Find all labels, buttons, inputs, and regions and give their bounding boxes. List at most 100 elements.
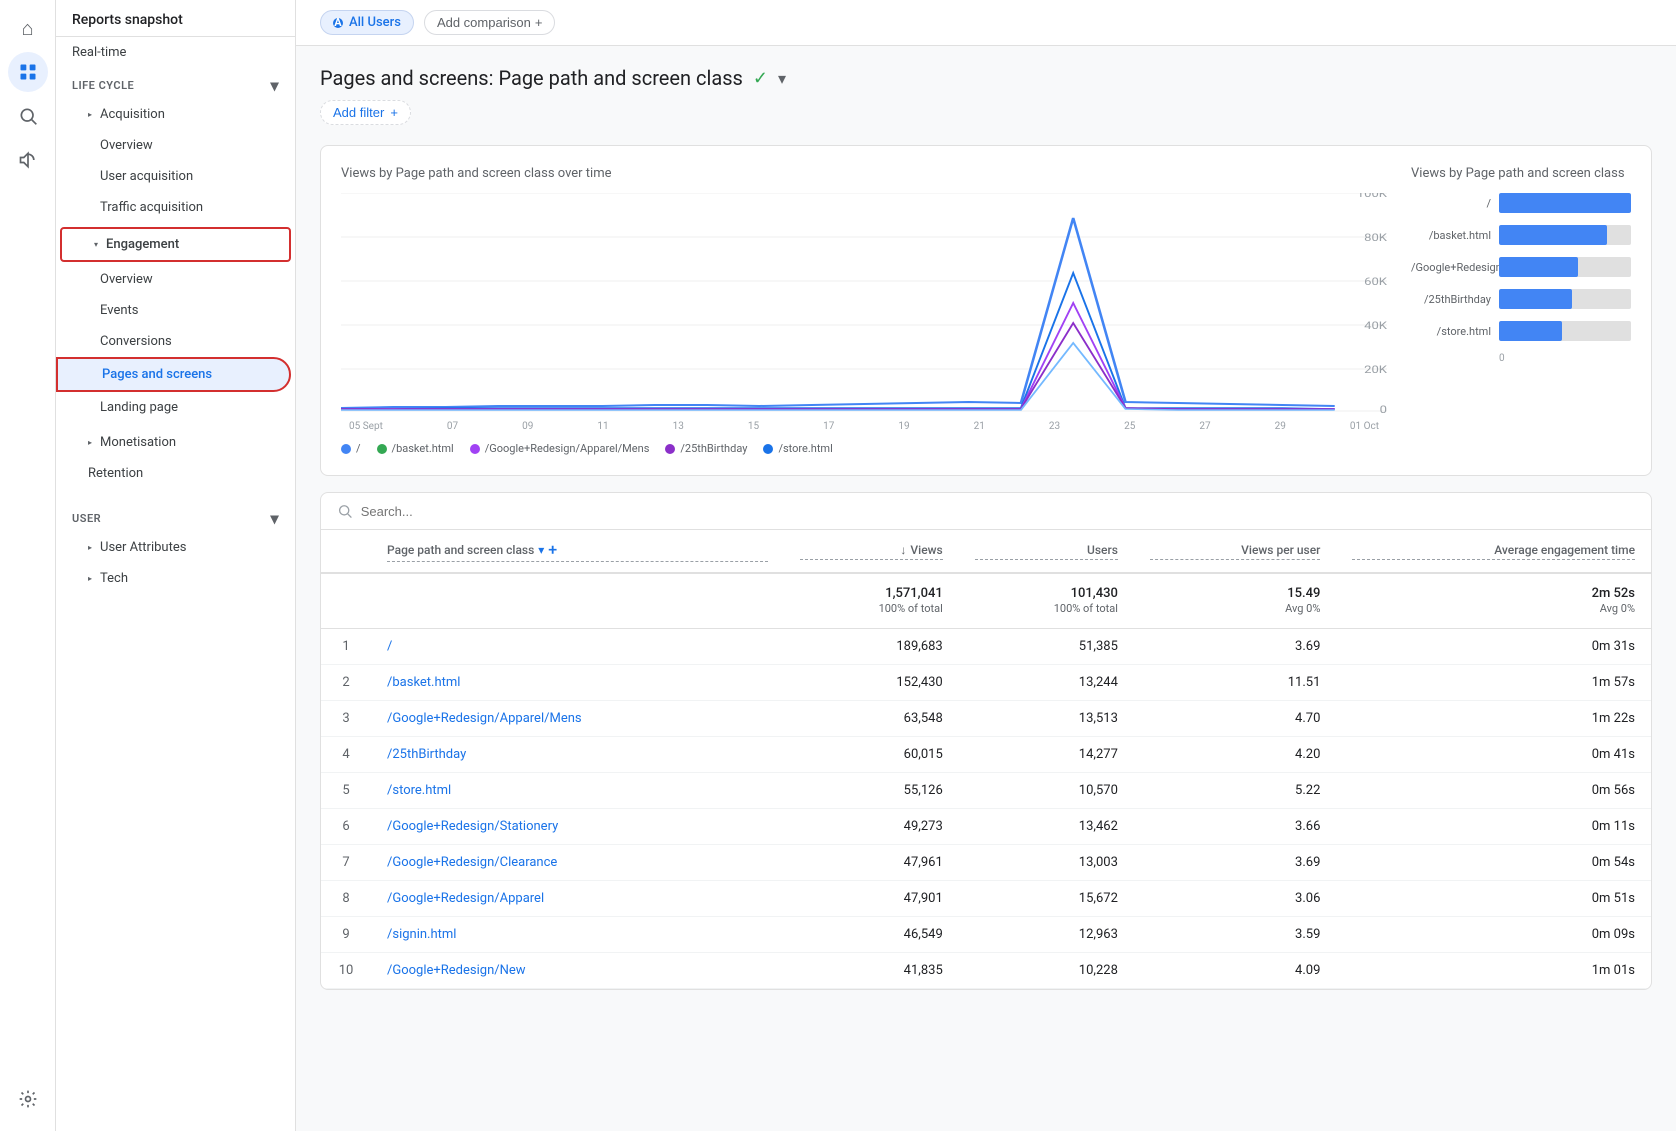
engagement-overview-link[interactable]: Overview	[56, 264, 295, 295]
user-attributes-bullet: ▸	[88, 543, 92, 552]
engagement-cell: 0m 09s	[1336, 917, 1651, 953]
vpu-cell: 4.09	[1134, 953, 1337, 989]
legend-birthday: /25thBirthday	[665, 442, 747, 455]
views-per-user-column-header[interactable]: Views per user	[1134, 530, 1337, 573]
engagement-cell: 0m 51s	[1336, 881, 1651, 917]
bar-track-birthday	[1499, 289, 1631, 309]
rank-cell: 2	[321, 665, 371, 701]
vpu-cell: 4.70	[1134, 701, 1337, 737]
vpu-cell: 5.22	[1134, 773, 1337, 809]
acquisition-toggle[interactable]: ▸ Acquisition	[56, 99, 295, 130]
svg-text:60K: 60K	[1364, 276, 1387, 288]
engagement-cell: 1m 57s	[1336, 665, 1651, 701]
views-cell: 60,015	[784, 737, 959, 773]
path-cell[interactable]: /	[371, 629, 784, 665]
add-column-icon[interactable]: +	[548, 540, 557, 559]
totals-vpu-cell: 15.49 Avg 0%	[1134, 573, 1337, 629]
path-cell[interactable]: /basket.html	[371, 665, 784, 701]
page-content: Pages and screens: Page path and screen …	[296, 46, 1676, 1131]
bar-label-store: /store.html	[1411, 325, 1491, 338]
home-icon[interactable]: ⌂	[8, 8, 48, 48]
monetisation-toggle[interactable]: ▸ Monetisation	[56, 427, 295, 458]
avg-engagement-column-header[interactable]: Average engagement time	[1336, 530, 1651, 573]
legend-dot-apparel-mens	[470, 444, 480, 454]
views-column-header[interactable]: ↓ Views	[784, 530, 959, 573]
path-column-header[interactable]: Page path and screen class ▾ +	[371, 530, 784, 573]
traffic-acquisition-link[interactable]: Traffic acquisition	[56, 192, 295, 223]
all-users-segment[interactable]: A All Users	[320, 10, 414, 35]
table-row: 2 /basket.html 152,430 13,244 11.51 1m 5…	[321, 665, 1651, 701]
search-circle-icon[interactable]	[8, 96, 48, 136]
engagement-toggle[interactable]: ▾ Engagement	[60, 227, 291, 262]
rank-cell: 10	[321, 953, 371, 989]
table-row: 3 /Google+Redesign/Apparel/Mens 63,548 1…	[321, 701, 1651, 737]
avg-engagement-header-inner: Average engagement time	[1352, 543, 1635, 560]
path-column-dropdown-icon[interactable]: ▾	[538, 543, 544, 557]
table-header: Page path and screen class ▾ + ↓ Views	[321, 530, 1651, 573]
data-table: Page path and screen class ▾ + ↓ Views	[321, 530, 1651, 989]
conversions-link[interactable]: Conversions	[56, 326, 295, 357]
engagement-bullet: ▾	[94, 240, 98, 249]
sidebar: Reports snapshot Real-time Life cycle ▾ …	[56, 0, 296, 1131]
retention-link[interactable]: Retention	[56, 458, 295, 489]
tech-bullet: ▸	[88, 574, 92, 583]
totals-row: 1,571,041 100% of total 101,430 100% of …	[321, 573, 1651, 629]
rank-cell: 1	[321, 629, 371, 665]
views-cell: 55,126	[784, 773, 959, 809]
add-filter-plus-icon: +	[390, 105, 398, 120]
legend-apparel-mens: /Google+Redesign/Apparel/Mens	[470, 442, 650, 455]
user-attributes-toggle[interactable]: ▸ User Attributes	[56, 532, 295, 563]
users-cell: 51,385	[959, 629, 1134, 665]
chart-container: Views by Page path and screen class over…	[320, 145, 1652, 476]
add-comparison-button[interactable]: Add comparison +	[424, 10, 556, 35]
users-cell: 15,672	[959, 881, 1134, 917]
views-cell: 152,430	[784, 665, 959, 701]
path-cell[interactable]: /store.html	[371, 773, 784, 809]
pages-and-screens-link[interactable]: Pages and screens	[56, 357, 291, 392]
users-cell: 13,244	[959, 665, 1134, 701]
path-cell[interactable]: /signin.html	[371, 917, 784, 953]
rank-cell: 8	[321, 881, 371, 917]
user-section[interactable]: User ▾	[56, 501, 295, 532]
landing-page-link[interactable]: Landing page	[56, 392, 295, 423]
table-row: 4 /25thBirthday 60,015 14,277 4.20 0m 41…	[321, 737, 1651, 773]
title-dropdown-icon[interactable]: ▾	[778, 69, 786, 88]
users-cell: 13,003	[959, 845, 1134, 881]
acquisition-group: ▸ Acquisition Overview User acquisition …	[56, 99, 295, 223]
settings-icon[interactable]	[8, 1079, 48, 1119]
line-chart-svg: 100K 80K 60K 40K 20K 0	[341, 193, 1387, 413]
views-per-user-header-inner: Views per user	[1150, 543, 1321, 560]
megaphone-icon[interactable]	[8, 140, 48, 180]
engagement-cell: 0m 11s	[1336, 809, 1651, 845]
users-cell: 10,228	[959, 953, 1134, 989]
table-row: 1 / 189,683 51,385 3.69 0m 31s	[321, 629, 1651, 665]
line-chart-title: Views by Page path and screen class over…	[341, 166, 1387, 181]
path-cell[interactable]: /Google+Redesign/Apparel	[371, 881, 784, 917]
engagement-cell: 0m 41s	[1336, 737, 1651, 773]
path-cell[interactable]: /Google+Redesign/Stationery	[371, 809, 784, 845]
realtime-link[interactable]: Real-time	[56, 37, 295, 68]
engagement-cell: 1m 22s	[1336, 701, 1651, 737]
path-cell[interactable]: /25thBirthday	[371, 737, 784, 773]
legend-dot-basket	[377, 444, 387, 454]
views-cell: 46,549	[784, 917, 959, 953]
tech-toggle[interactable]: ▸ Tech	[56, 563, 295, 594]
table-search-input[interactable]	[361, 504, 1635, 519]
table-search-icon	[337, 503, 353, 519]
rank-cell: 7	[321, 845, 371, 881]
users-column-header[interactable]: Users	[959, 530, 1134, 573]
add-filter-button[interactable]: Add filter +	[320, 100, 411, 125]
path-cell[interactable]: /Google+Redesign/Apparel/Mens	[371, 701, 784, 737]
path-cell[interactable]: /Google+Redesign/Clearance	[371, 845, 784, 881]
events-link[interactable]: Events	[56, 295, 295, 326]
bar-item-apparel: /Google+Redesign/Apparel/...	[1411, 257, 1631, 277]
acquisition-overview-link[interactable]: Overview	[56, 130, 295, 161]
analytics-icon[interactable]	[8, 52, 48, 92]
reports-snapshot-link[interactable]: Reports snapshot	[56, 0, 295, 37]
engagement-group: ▾ Engagement Overview Events Conversions…	[56, 227, 295, 423]
path-cell[interactable]: /Google+Redesign/New	[371, 953, 784, 989]
lifecycle-section[interactable]: Life cycle ▾	[56, 68, 295, 99]
views-cell: 49,273	[784, 809, 959, 845]
user-acquisition-link[interactable]: User acquisition	[56, 161, 295, 192]
add-filter-label: Add filter	[333, 105, 384, 120]
